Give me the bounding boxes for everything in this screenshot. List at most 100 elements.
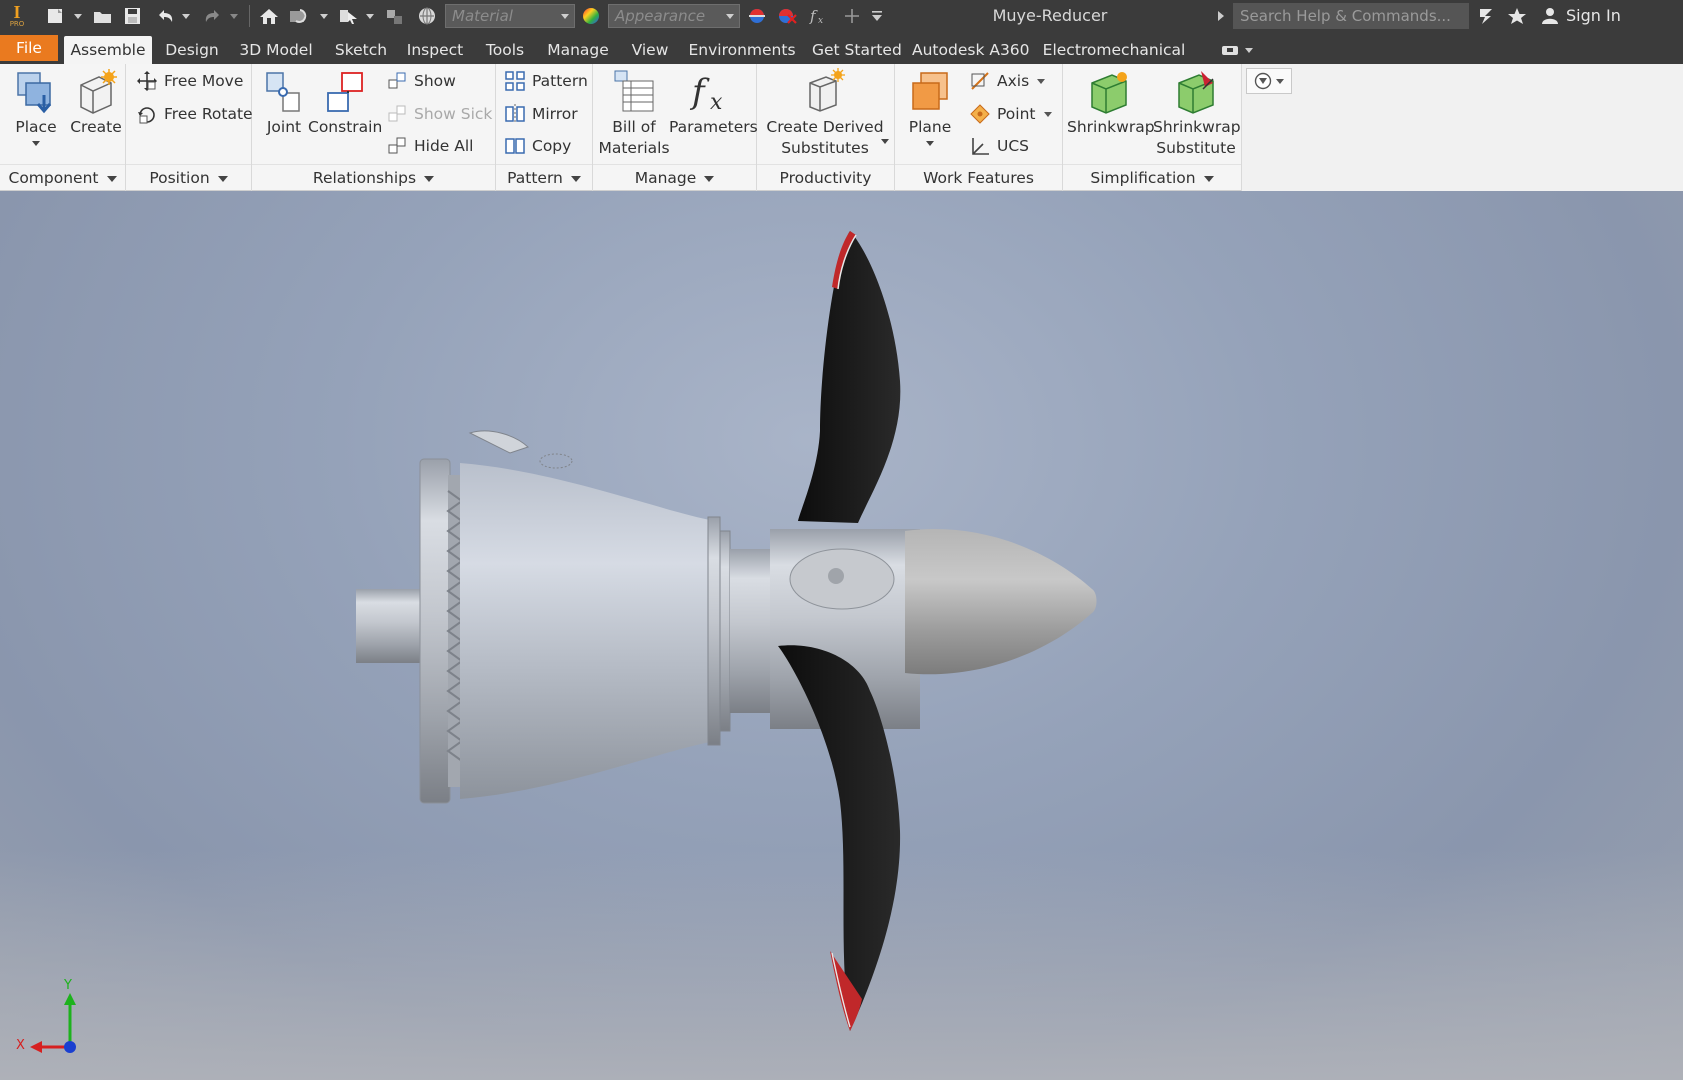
- app-logo[interactable]: I PRO: [4, 0, 30, 32]
- ribbon: Place Create Component Free Move Free Ro…: [0, 64, 1683, 191]
- copy-button[interactable]: Copy: [504, 132, 571, 160]
- plane-button[interactable]: Plane: [899, 67, 961, 148]
- tab-inspect[interactable]: Inspect: [405, 36, 465, 64]
- home-icon[interactable]: [256, 0, 282, 32]
- panel-title-simplification[interactable]: Simplification: [1063, 164, 1241, 191]
- select-dropdown-icon[interactable]: [364, 0, 376, 32]
- joint-button[interactable]: Joint: [256, 67, 312, 138]
- clear-appearance-icon[interactable]: [774, 0, 800, 32]
- panel-title-position[interactable]: Position: [126, 164, 251, 191]
- update-dropdown-icon[interactable]: [318, 0, 330, 32]
- material-combo[interactable]: Material: [445, 4, 575, 28]
- tab-file[interactable]: File: [0, 35, 58, 61]
- show-sick-button: Show Sick: [386, 100, 492, 128]
- redo-icon[interactable]: [200, 0, 226, 32]
- globe-icon[interactable]: [414, 0, 440, 32]
- hide-all-button[interactable]: Hide All: [386, 132, 473, 160]
- gearbox-housing[interactable]: [460, 463, 715, 799]
- panel-title-relationships[interactable]: Relationships: [252, 164, 495, 191]
- housing-boss: [468, 430, 529, 454]
- ribbon-display-toggle[interactable]: [1216, 36, 1258, 64]
- graphics-viewport[interactable]: Y X: [0, 191, 1683, 1080]
- shrinkwrap-button[interactable]: Shrinkwrap: [1067, 67, 1155, 138]
- open-icon[interactable]: [90, 0, 116, 32]
- position-expand-icon: [217, 175, 228, 182]
- mirror-button[interactable]: Mirror: [504, 100, 578, 128]
- tab-environments[interactable]: Environments: [688, 36, 796, 64]
- customize-qat-icon[interactable]: [868, 0, 886, 32]
- vis-icon[interactable]: [382, 0, 408, 32]
- panel-pattern: Pattern Mirror Copy Pattern: [496, 64, 593, 191]
- tab-sketch[interactable]: Sketch: [332, 36, 390, 64]
- tab-3d-model[interactable]: 3D Model: [236, 36, 316, 64]
- create-component-button[interactable]: Create: [68, 67, 124, 138]
- panel-title-component[interactable]: Component: [0, 164, 125, 191]
- component-expand-icon: [106, 175, 117, 182]
- ucs-button[interactable]: UCS: [969, 132, 1029, 160]
- panel-productivity: Create Derived Substitutes Productivity: [757, 64, 895, 191]
- new-icon[interactable]: [42, 0, 70, 32]
- tab-get-started[interactable]: Get Started: [812, 36, 902, 64]
- new-dropdown-icon[interactable]: [72, 0, 84, 32]
- parameters-button[interactable]: fx Parameters: [669, 67, 758, 138]
- spinner-cone[interactable]: [905, 529, 1097, 675]
- copy-icon: [505, 138, 525, 154]
- user-icon[interactable]: [1538, 0, 1562, 32]
- show-button[interactable]: Show: [386, 67, 456, 95]
- redo-dropdown-icon[interactable]: [228, 0, 240, 32]
- appearance-combo[interactable]: Appearance: [608, 4, 740, 28]
- pattern-title-text: Pattern: [507, 169, 563, 187]
- tab-view[interactable]: View: [628, 36, 672, 64]
- bill-of-materials-button[interactable]: Bill of Materials: [597, 67, 671, 159]
- tab-autodesk-a360[interactable]: Autodesk A360: [912, 36, 1030, 64]
- panel-title-pattern[interactable]: Pattern: [496, 164, 592, 191]
- adjust-appearance-icon[interactable]: [744, 0, 770, 32]
- free-rotate-button[interactable]: Free Rotate: [136, 100, 253, 128]
- point-icon: [970, 104, 990, 124]
- create-derived-substitutes-button[interactable]: Create Derived Substitutes: [759, 67, 891, 159]
- place-button[interactable]: Place: [8, 67, 64, 148]
- panel-component: Place Create Component: [0, 64, 126, 191]
- ribbon-customize-button[interactable]: [1246, 68, 1292, 94]
- hub-collar[interactable]: [730, 549, 770, 713]
- point-button[interactable]: Point: [969, 100, 1052, 128]
- material-placeholder: Material: [452, 7, 513, 25]
- tab-design[interactable]: Design: [160, 36, 224, 64]
- axis-button[interactable]: Axis: [969, 67, 1046, 95]
- tab-manage[interactable]: Manage: [544, 36, 612, 64]
- subscription-icon[interactable]: [1474, 0, 1500, 32]
- ribbon-empty-area: [1242, 64, 1683, 191]
- sign-in-link[interactable]: Sign In: [1566, 0, 1621, 32]
- tab-assemble[interactable]: Assemble: [64, 36, 152, 64]
- select-icon[interactable]: [336, 0, 362, 32]
- measure-icon[interactable]: [840, 0, 864, 32]
- tab-tools[interactable]: Tools: [481, 36, 529, 64]
- panel-toggle-icon: [1222, 46, 1238, 55]
- panel-title-manage[interactable]: Manage: [593, 164, 756, 191]
- star-icon[interactable]: [1504, 0, 1530, 32]
- create-component-icon: [80, 69, 117, 114]
- expand-search-icon[interactable]: [1214, 0, 1228, 32]
- simplification-title-text: Simplification: [1090, 169, 1196, 187]
- joint-label: Joint: [266, 118, 302, 136]
- filter-circle-icon: [1254, 72, 1272, 90]
- fx-icon[interactable]: fx: [806, 0, 832, 32]
- search-input[interactable]: Search Help & Commands...: [1233, 3, 1469, 29]
- constrain-button[interactable]: Constrain: [308, 67, 382, 138]
- housing-hole: [539, 453, 573, 469]
- shrinkwrap-substitute-button[interactable]: Shrinkwrap Substitute: [1153, 67, 1241, 159]
- free-move-button[interactable]: Free Move: [136, 67, 243, 95]
- undo-icon[interactable]: [152, 0, 178, 32]
- axis-label: Axis: [997, 72, 1030, 90]
- appearance-sphere-icon[interactable]: [578, 0, 604, 32]
- update-icon[interactable]: [286, 0, 312, 32]
- ribbon-display-dropdown-icon: [1245, 47, 1253, 53]
- save-icon[interactable]: [120, 0, 146, 32]
- tab-electromechanical[interactable]: Electromechanical: [1040, 36, 1188, 64]
- mounting-flange[interactable]: [419, 458, 451, 804]
- panel-position: Free Move Free Rotate Position: [126, 64, 253, 191]
- propeller-blade-upper[interactable]: [798, 231, 901, 523]
- undo-dropdown-icon[interactable]: [180, 0, 192, 32]
- panel-simplification: Shrinkwrap Shrinkwrap Substitute Simplif…: [1063, 64, 1242, 191]
- pattern-button[interactable]: Pattern: [504, 67, 588, 95]
